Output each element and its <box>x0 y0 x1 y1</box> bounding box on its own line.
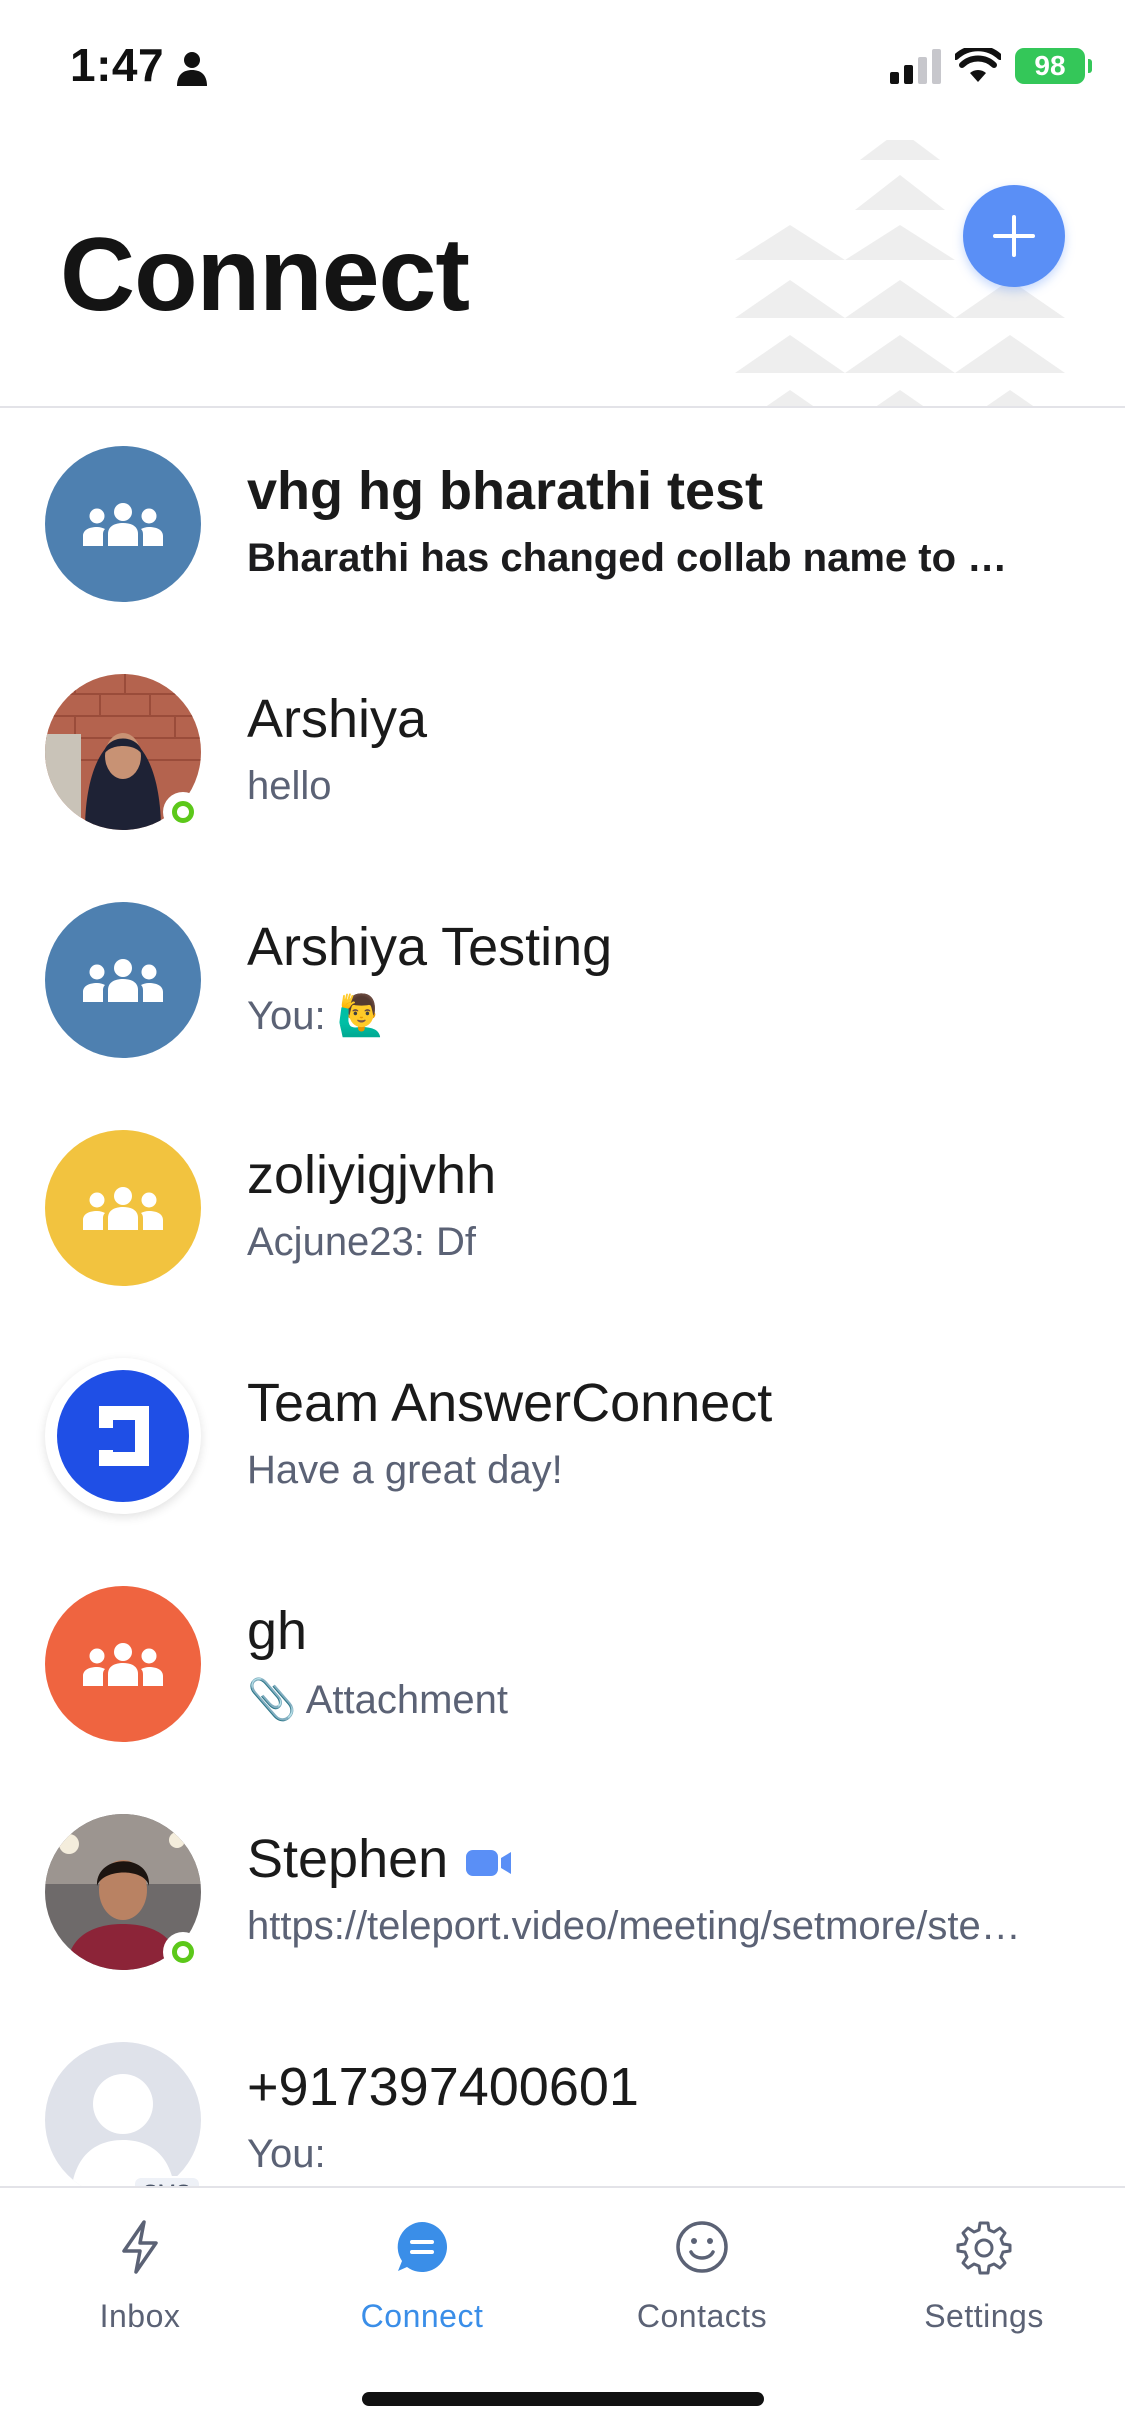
conversation-row[interactable]: gh 📎 Attachment <box>0 1550 1125 1778</box>
header: Connect <box>0 140 1125 408</box>
conversation-row[interactable]: zoliyigjvhh Acjune23: Df <box>0 1094 1125 1322</box>
lightning-icon <box>122 2220 158 2274</box>
online-status-indicator <box>163 1932 203 1972</box>
conversation-row[interactable]: SMS +917397400601 You: <box>0 2006 1125 2186</box>
cellular-signal-icon <box>890 48 941 84</box>
user-avatar <box>45 674 203 832</box>
sms-badge: SMS <box>133 2176 201 2186</box>
plus-icon <box>993 215 1035 257</box>
tab-label: Contacts <box>636 2298 768 2334</box>
conversation-name: +917397400601 <box>247 2057 639 2117</box>
group-icon <box>83 1643 163 1686</box>
status-bar: 1:47 98 <box>0 0 1125 140</box>
group-avatar <box>45 1130 201 1286</box>
tab-label: Settings <box>924 2298 1044 2334</box>
conversation-preview: Acjune23: Df <box>247 1220 477 1264</box>
tab-contacts[interactable]: Contacts <box>602 2216 802 2335</box>
conversation-row[interactable]: Team AnswerConnect Have a great day! <box>0 1322 1125 1550</box>
gear-icon <box>956 2221 1012 2275</box>
conversation-preview: hello <box>247 764 332 808</box>
placeholder-avatar: SMS <box>45 2042 201 2186</box>
conversation-name: vhg hg bharathi test <box>247 461 764 521</box>
conversation-name: Arshiya Testing <box>247 917 613 977</box>
conversation-name: Arshiya <box>247 689 428 749</box>
new-conversation-button[interactable] <box>963 185 1065 287</box>
user-avatar <box>45 1814 203 1972</box>
group-avatar <box>45 1586 201 1742</box>
conversation-row[interactable]: Arshiya Testing You: 🙋‍♂️ <box>0 866 1125 1094</box>
conversation-name-text: Stephen <box>247 1829 449 1889</box>
conversation-name: zoliyigjvhh <box>247 1145 497 1205</box>
status-time: 1:47 <box>70 39 165 91</box>
tab-connect[interactable]: Connect <box>322 2216 522 2335</box>
online-status-indicator <box>163 792 203 832</box>
page-title: Connect <box>60 217 470 333</box>
conversation-row[interactable]: Arshiya hello <box>0 638 1125 866</box>
video-camera-icon <box>466 1849 512 1876</box>
conversation-list[interactable]: vhg hg bharathi test Bharathi has change… <box>0 410 1125 2186</box>
battery-icon: 98 <box>1015 48 1092 84</box>
conversation-name: gh <box>247 1601 308 1661</box>
conversation-name: Team AnswerConnect <box>247 1373 773 1433</box>
person-icon <box>177 52 207 86</box>
smiley-icon <box>676 2221 728 2273</box>
home-indicator[interactable] <box>362 2392 764 2406</box>
tab-label: Connect <box>360 2298 484 2334</box>
conversation-preview: You: <box>247 2132 326 2176</box>
conversation-name: Stephen <box>247 1828 514 1890</box>
group-avatar <box>45 446 201 602</box>
group-avatar <box>45 902 201 1058</box>
conversation-preview: You: 🙋‍♂️ <box>247 994 387 1038</box>
conversation-row[interactable]: Stephen https://teleport.video/meeting/s… <box>0 1778 1125 2006</box>
conversation-preview: Bharathi has changed collab name to vhg … <box>247 536 1027 580</box>
tab-label: Inbox <box>99 2298 181 2334</box>
group-icon <box>83 959 163 1002</box>
chat-bubble-icon <box>397 2222 447 2272</box>
team-avatar <box>45 1358 201 1514</box>
conversation-preview: Have a great day! <box>247 1448 563 1492</box>
battery-level: 98 <box>1034 50 1066 81</box>
conversation-preview: https://teleport.video/meeting/setmore/s… <box>247 1904 1027 1948</box>
group-icon <box>83 503 163 546</box>
status-indicators: 98 <box>890 48 1092 84</box>
answerconnect-logo-icon <box>57 1370 189 1502</box>
tab-inbox[interactable]: Inbox <box>40 2216 240 2335</box>
group-icon <box>83 1187 163 1230</box>
conversation-row[interactable]: vhg hg bharathi test Bharathi has change… <box>0 410 1125 638</box>
conversation-preview: 📎 Attachment <box>247 1678 509 1722</box>
user-silhouette-icon <box>71 2074 175 2186</box>
wifi-icon <box>955 48 1001 82</box>
tab-settings[interactable]: Settings <box>884 2216 1084 2335</box>
